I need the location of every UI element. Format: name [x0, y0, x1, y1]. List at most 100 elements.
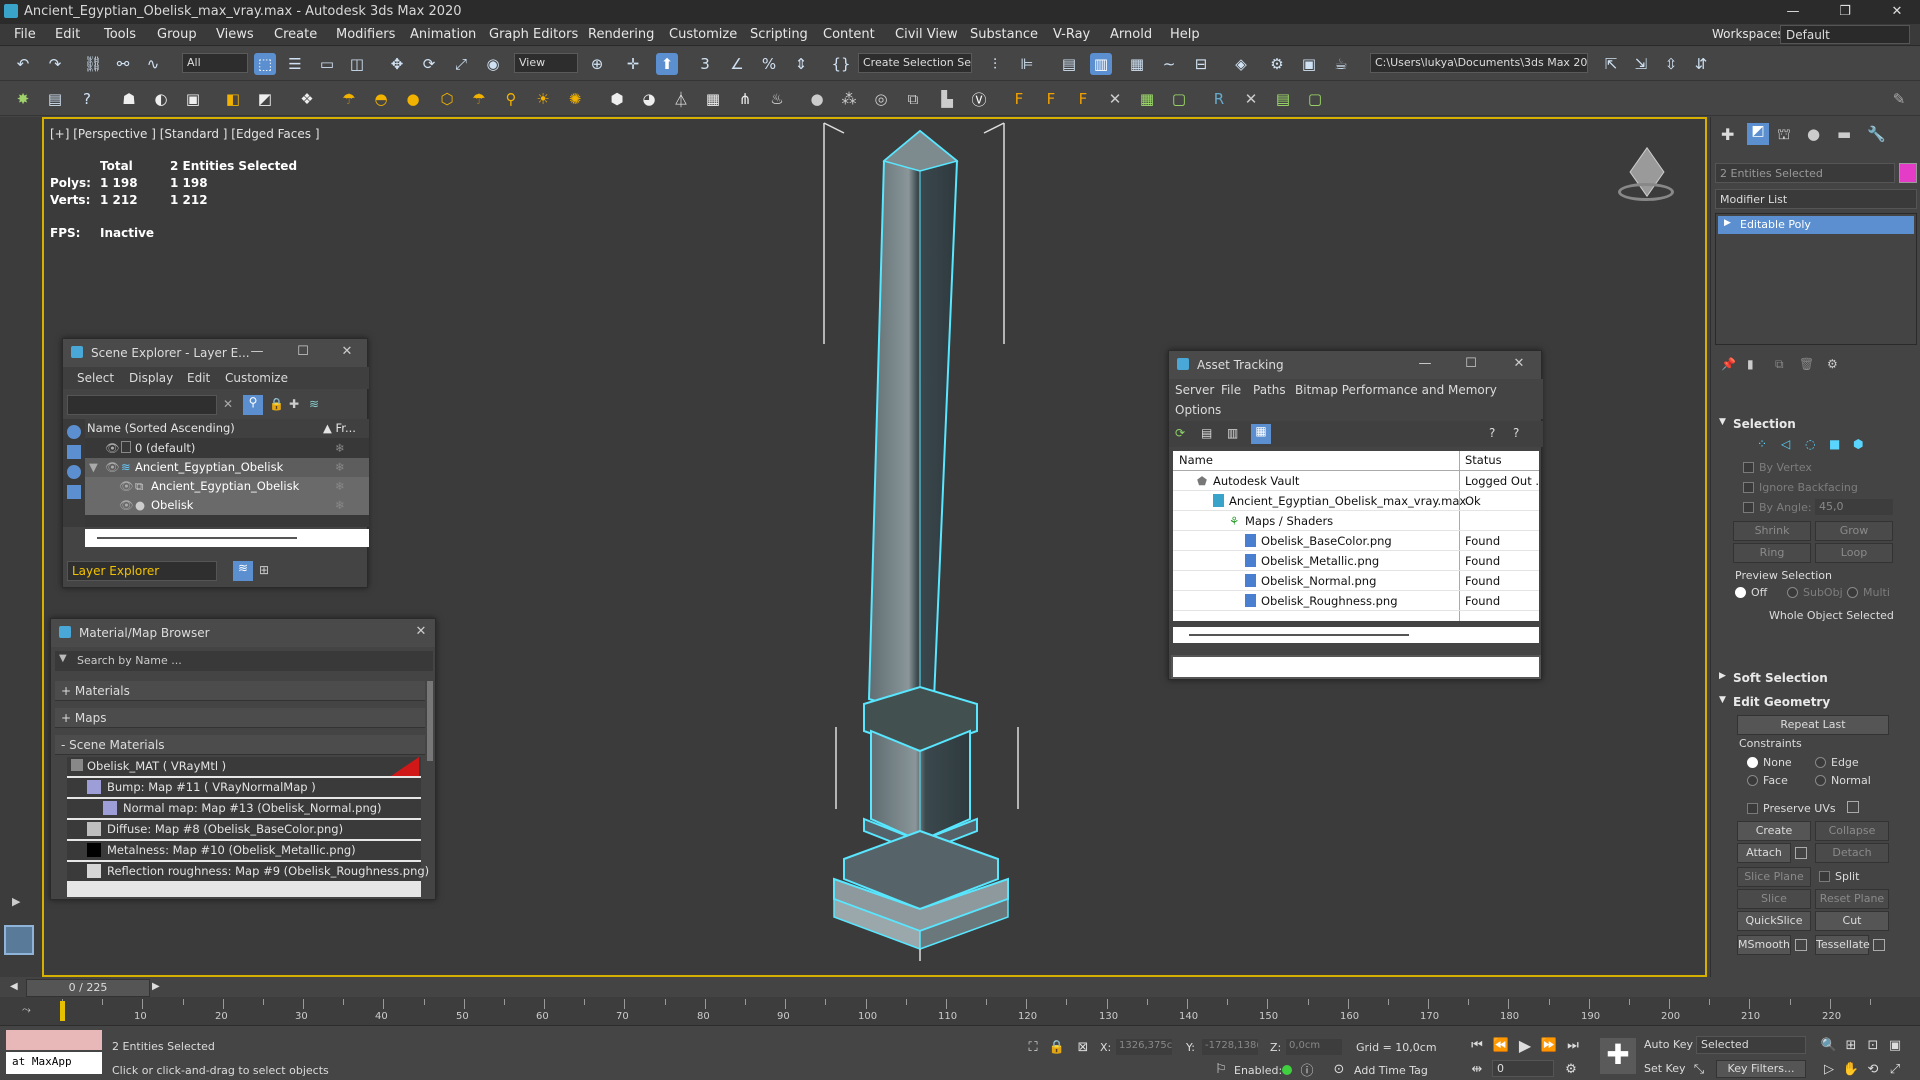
polygon-mode-icon[interactable]: ■ [1829, 437, 1840, 451]
time-tag-icon[interactable]: ⊙ [1330, 1060, 1348, 1078]
material-browser-scrollbar[interactable] [427, 681, 433, 761]
at-menu-paths[interactable]: Paths [1253, 383, 1286, 397]
bind-space-warp-icon[interactable]: ∿ [142, 53, 164, 75]
select-manipulate-icon[interactable]: ✛ [622, 53, 644, 75]
menu-views[interactable]: Views [216, 27, 254, 42]
material-row[interactable]: Reflection roughness: Map #9 (Obelisk_Ro… [67, 862, 429, 881]
key-filters-button[interactable]: Key Filters... [1716, 1060, 1806, 1078]
shrink-button[interactable]: Shrink [1733, 521, 1811, 541]
auto-key-button[interactable]: Auto Key [1644, 1038, 1693, 1051]
scene-explorer-header[interactable]: Scene Explorer - Layer E... — ☐ ✕ [63, 339, 367, 367]
ball-icon[interactable]: ● [806, 88, 828, 110]
constraint-edge-radio[interactable] [1815, 757, 1826, 768]
undo-icon[interactable]: ↶ [12, 53, 34, 75]
constraint-normal-radio[interactable] [1815, 775, 1826, 786]
display-all-icon[interactable] [67, 425, 81, 439]
menu-content[interactable]: Content [823, 27, 875, 42]
spinner-snap-icon[interactable]: ⇕ [790, 53, 812, 75]
viewcube[interactable] [1614, 147, 1674, 209]
prev-frame-arrow-icon[interactable]: ◀ [10, 981, 18, 992]
tree-row[interactable]: ▼ 👁 ≋ Ancient_Egyptian_Obelisk ❄ [85, 458, 369, 477]
configure-sets-icon[interactable]: ⚙ [1827, 357, 1838, 371]
visibility-eye-icon[interactable]: 👁 [105, 441, 120, 455]
selection-rollout-title[interactable]: Selection [1733, 417, 1796, 431]
vray-light-icon[interactable]: ◧ [222, 88, 244, 110]
key-tangent-icon[interactable]: ⤡ [1690, 1060, 1708, 1078]
rect-selection-icon[interactable]: ▭ [316, 53, 338, 75]
menu-rendering[interactable]: Rendering [588, 27, 654, 42]
menu-edit[interactable]: Edit [55, 27, 80, 42]
rollout-expand-icon[interactable]: ▶ [1719, 671, 1726, 681]
project-icon-1[interactable]: ⇱ [1600, 53, 1622, 75]
box-icon[interactable]: ⬢ [606, 88, 628, 110]
maxscript-listener-top[interactable] [6, 1030, 102, 1050]
adaptive-degradation-icon[interactable]: ⚐ [1212, 1060, 1230, 1078]
menu-customize[interactable]: Customize [669, 27, 737, 42]
info-icon[interactable]: ⓘ [1298, 1060, 1316, 1079]
ies-light-icon[interactable]: ⬡ [436, 88, 458, 110]
se-col-frozen[interactable]: ▲ Fr... [323, 421, 356, 435]
border-mode-icon[interactable]: ◌ [1805, 437, 1815, 451]
ffp-icon[interactable]: F [1072, 88, 1094, 110]
obelisk-model[interactable] [744, 119, 1064, 977]
maxscript-mini-listener[interactable]: at MaxApp [6, 1052, 102, 1074]
scale-icon[interactable]: ⤢ [450, 53, 472, 75]
hierarchy-tab-icon[interactable]: ⛫ [1777, 125, 1791, 145]
group-materials[interactable]: + Materials [55, 681, 425, 701]
constraint-face-radio[interactable] [1747, 775, 1758, 786]
fp-icon[interactable]: F [1008, 88, 1030, 110]
play-icon[interactable]: ▶ [1516, 1036, 1534, 1055]
vray-logo-icon[interactable]: Ⓥ [968, 88, 990, 110]
se-menu-edit[interactable]: Edit [187, 371, 210, 385]
set-key-big-icon[interactable]: ✚ [1600, 1038, 1636, 1074]
menu-file[interactable]: File [14, 27, 36, 42]
stack-item-editable-poly[interactable]: Editable Poly [1718, 216, 1914, 234]
plane-icon[interactable]: ⏃ [670, 88, 692, 110]
vray-render-icon[interactable]: ◐ [150, 88, 172, 110]
fire-icon[interactable]: ♨ [766, 88, 788, 110]
close-button[interactable]: ✕ [1874, 0, 1920, 24]
lock-icon[interactable]: 🔒 [269, 397, 284, 411]
orbit-icon[interactable]: ⟲ [1864, 1060, 1882, 1078]
y-coordinate-field[interactable]: -1728,138( [1202, 1039, 1258, 1055]
menu-vray[interactable]: V-Ray [1053, 27, 1090, 42]
project-icon-4[interactable]: ⇵ [1690, 53, 1712, 75]
rollout-collapse-icon[interactable]: ▼ [1719, 695, 1726, 705]
project-icon-2[interactable]: ⇲ [1630, 53, 1652, 75]
align-icon[interactable]: ⊫ [1016, 53, 1038, 75]
zoom-extents-icon[interactable]: ⊡ [1864, 1036, 1882, 1054]
mirror-icon[interactable]: ⫶ [984, 53, 1006, 75]
link-icon[interactable]: ⛓ [82, 53, 104, 75]
attach-button[interactable]: Attach [1737, 843, 1791, 863]
cam-icon[interactable]: ▙ [936, 88, 958, 110]
teapot-icon[interactable]: ☗ [118, 88, 140, 110]
sphere-light-icon[interactable]: ◓ [370, 88, 392, 110]
zoom-all-icon[interactable]: ⊞ [1842, 1036, 1860, 1054]
menu-group[interactable]: Group [157, 27, 197, 42]
at-menu-server[interactable]: Server [1175, 383, 1214, 397]
grass-icon[interactable]: ⋔ [734, 88, 756, 110]
minimize-icon[interactable]: — [1417, 356, 1433, 372]
x-coordinate-field[interactable]: 1326,375c [1116, 1039, 1172, 1055]
prev-key-icon[interactable]: ⏪ [1492, 1036, 1510, 1054]
asset-row[interactable]: ⬟ Autodesk Vault Logged Out . [1173, 472, 1539, 491]
maximize-button[interactable]: ❐ [1822, 0, 1868, 24]
time-slider-thumb[interactable]: 0 / 225 [26, 979, 150, 997]
keyboard-shortcut-override-icon[interactable]: ⬆ [656, 53, 678, 75]
next-key-icon[interactable]: ⏩ [1540, 1036, 1558, 1054]
reference-coord-dropdown[interactable]: View [514, 53, 578, 73]
tessellate-settings-icon[interactable] [1873, 939, 1885, 951]
schematic-view-icon[interactable]: ⊟ [1190, 53, 1212, 75]
constraint-none-radio[interactable] [1747, 757, 1758, 768]
preview-multi-radio[interactable] [1847, 587, 1858, 598]
minimize-icon[interactable]: — [249, 344, 265, 360]
arnold-icon[interactable]: ✸ [12, 88, 34, 110]
split-checkbox[interactable] [1819, 871, 1830, 882]
collapse-button[interactable]: Collapse [1815, 821, 1889, 841]
help-icon[interactable]: ? [76, 88, 98, 110]
current-frame-spinner[interactable]: 0 [1492, 1060, 1554, 1077]
curve-editor-toggle-icon[interactable]: ⤳ [22, 1003, 31, 1017]
curve-editor-icon[interactable]: ∼ [1158, 53, 1180, 75]
frame-icon[interactable]: ▢ [1304, 88, 1326, 110]
add-time-tag-label[interactable]: Add Time Tag [1354, 1064, 1428, 1077]
